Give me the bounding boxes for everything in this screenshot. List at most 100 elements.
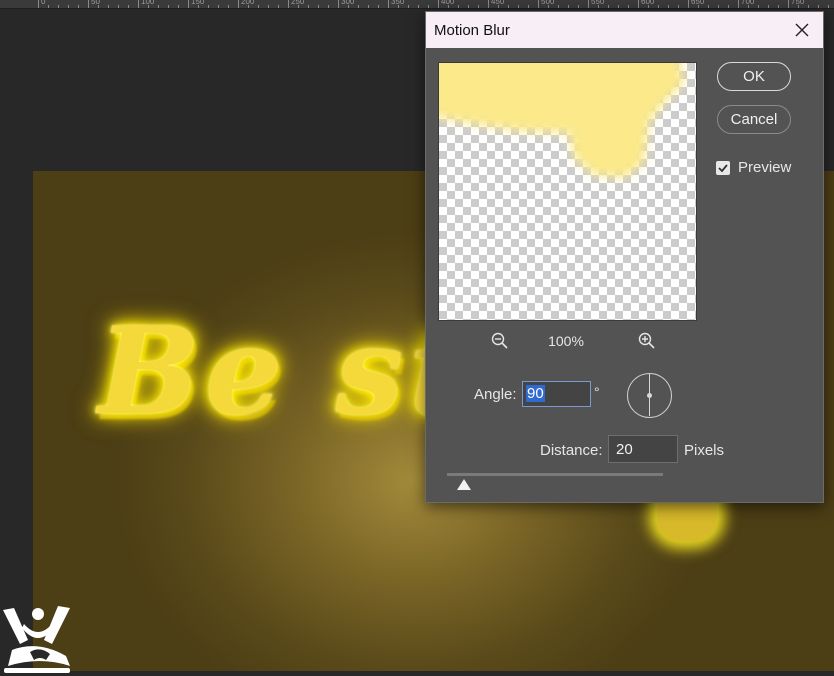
ruler-minor-tick — [698, 5, 699, 8]
angle-input[interactable]: 90 — [522, 381, 591, 407]
ruler-minor-tick — [448, 5, 449, 8]
ruler-minor-tick — [78, 5, 79, 8]
ruler-minor-tick — [128, 5, 129, 8]
ruler-minor-tick — [228, 5, 229, 8]
ruler-tick — [588, 0, 589, 8]
cancel-button[interactable]: Cancel — [717, 105, 791, 134]
canvas-text: Be st — [98, 301, 471, 442]
ruler-minor-tick — [678, 5, 679, 8]
dialog-title: Motion Blur — [434, 21, 510, 39]
ruler-minor-tick — [508, 5, 509, 8]
preview-checkbox[interactable] — [716, 160, 730, 175]
ruler-minor-tick — [218, 5, 219, 8]
ruler-minor-tick — [718, 5, 719, 8]
ruler-minor-tick — [178, 5, 179, 8]
ruler-minor-tick — [768, 5, 769, 8]
ruler-tick — [338, 0, 339, 8]
ruler-minor-tick — [308, 5, 309, 8]
ruler-minor-tick — [578, 5, 579, 8]
ruler-minor-tick — [348, 5, 349, 8]
ruler-minor-tick — [568, 5, 569, 8]
ruler-tick — [138, 0, 139, 8]
ruler-minor-tick — [618, 5, 619, 8]
ruler-tick — [538, 0, 539, 8]
angle-dial[interactable] — [627, 373, 672, 418]
ruler-minor-tick — [318, 5, 319, 8]
ruler-minor-tick — [798, 5, 799, 8]
ruler-minor-tick — [548, 5, 549, 8]
zoom-in-icon — [638, 332, 655, 349]
ruler-minor-tick — [158, 5, 159, 8]
zoom-in-button[interactable] — [638, 332, 656, 355]
ruler-number: 0 — [41, 0, 46, 6]
ruler-minor-tick — [458, 5, 459, 8]
ruler-minor-tick — [648, 5, 649, 8]
distance-input[interactable]: 20 — [608, 435, 678, 463]
zoom-out-button[interactable] — [491, 332, 509, 355]
ruler-minor-tick — [278, 5, 279, 8]
ruler-minor-tick — [818, 5, 819, 8]
ruler-tick — [88, 0, 89, 8]
ruler-minor-tick — [398, 5, 399, 8]
ruler-tick — [188, 0, 189, 8]
ruler-minor-tick — [708, 5, 709, 8]
close-icon — [795, 23, 809, 37]
ruler-minor-tick — [68, 5, 69, 8]
zoom-controls: 100% — [438, 330, 697, 350]
ruler-minor-tick — [778, 5, 779, 8]
ruler-tick — [488, 0, 489, 8]
check-icon — [718, 163, 728, 172]
ruler-minor-tick — [198, 5, 199, 8]
preview-label: Preview — [738, 159, 792, 176]
angle-dial-center — [647, 393, 652, 398]
ruler-minor-tick — [558, 5, 559, 8]
ruler-minor-tick — [118, 5, 119, 8]
ruler-minor-tick — [668, 5, 669, 8]
ruler-minor-tick — [378, 5, 379, 8]
ruler-minor-tick — [248, 5, 249, 8]
dialog-titlebar[interactable]: Motion Blur — [426, 12, 823, 48]
distance-slider-track[interactable] — [447, 473, 663, 476]
ruler-minor-tick — [518, 5, 519, 8]
ruler-minor-tick — [368, 5, 369, 8]
ok-button[interactable]: OK — [717, 62, 791, 91]
ruler-minor-tick — [48, 5, 49, 8]
ruler-tick — [438, 0, 439, 8]
ruler-tick — [38, 0, 39, 8]
ruler-minor-tick — [628, 5, 629, 8]
ruler-minor-tick — [498, 5, 499, 8]
ruler-minor-tick — [808, 5, 809, 8]
ruler-tick — [388, 0, 389, 8]
zoom-level: 100% — [548, 333, 584, 349]
ruler-minor-tick — [728, 5, 729, 8]
ruler: 0 50 100 150 200 250 300 350 400 450 500 550 600 650 7… — [0, 0, 834, 9]
ruler-minor-tick — [418, 5, 419, 8]
ruler-tick — [238, 0, 239, 8]
close-button[interactable] — [789, 17, 815, 43]
ruler-minor-tick — [658, 5, 659, 8]
ruler-minor-tick — [98, 5, 99, 8]
ruler-tick — [638, 0, 639, 8]
ruler-minor-tick — [168, 5, 169, 8]
preview-image — [439, 63, 684, 178]
ruler-tick — [288, 0, 289, 8]
ruler-minor-tick — [428, 5, 429, 8]
zoom-out-icon — [491, 332, 508, 349]
ruler-tick — [738, 0, 739, 8]
ruler-minor-tick — [608, 5, 609, 8]
ruler-minor-tick — [148, 5, 149, 8]
ruler-minor-tick — [748, 5, 749, 8]
angle-label: Angle: — [474, 386, 517, 403]
ruler-minor-tick — [598, 5, 599, 8]
degree-symbol: ° — [594, 384, 600, 400]
ruler-minor-tick — [328, 5, 329, 8]
ruler-minor-tick — [468, 5, 469, 8]
distance-unit-label: Pixels — [684, 442, 725, 459]
distance-slider-thumb[interactable] — [457, 479, 472, 490]
ruler-minor-tick — [268, 5, 269, 8]
ruler-minor-tick — [758, 5, 759, 8]
filter-preview[interactable] — [438, 62, 697, 321]
distance-label: Distance: — [540, 442, 603, 459]
ruler-minor-tick — [828, 5, 829, 8]
preview-checkbox-row[interactable]: Preview — [716, 159, 791, 176]
